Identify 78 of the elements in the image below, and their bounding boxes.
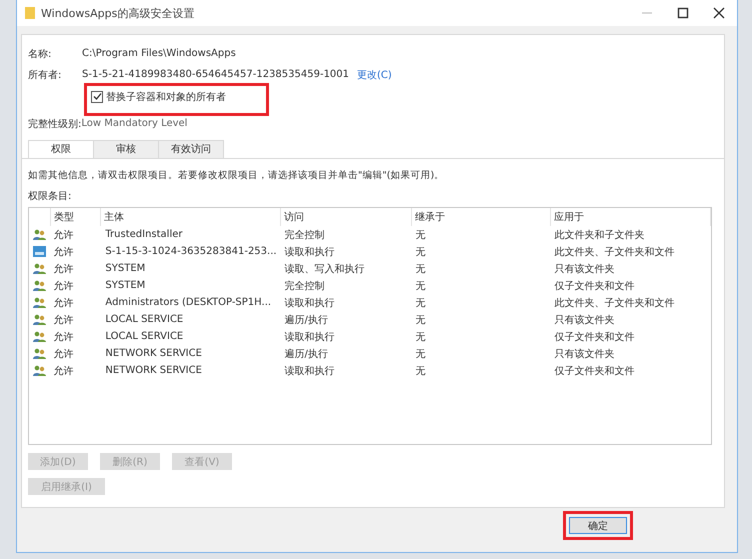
path-value: C:\Program Files\WindowsApps [82,48,236,59]
folder-icon [25,7,35,19]
table-cell-text: 此文件夹和子文件夹 [554,228,646,242]
column-header[interactable]: 应用于 [551,208,711,226]
integrity-label: 完整性级别: [28,118,82,130]
hint-text: 如需其他信息，请双击权限项目。若要修改权限项目，请选择该项目并单击"编辑"(如果可用)。 [28,169,446,182]
table-cell-text: S-1-15-3-1024-3635283841-253... [104,246,278,257]
table-cell-text: 读取和执行 [283,246,336,258]
table-cell-text: 无 [414,228,427,242]
table-cell-text: 遍历/执行 [283,314,329,326]
tab[interactable]: 权限 [28,140,94,158]
table-cell-text: NETWORK SERVICE [104,365,203,376]
table-cell-text: 仅子文件夹和文件 [554,280,636,292]
users-icon [33,263,46,274]
ok-button[interactable]: 确定 [569,517,627,534]
table-cell-text: 读取和执行 [283,364,336,378]
table-cell-text: 允许 [52,330,75,344]
table-cell-text: 无 [414,364,427,378]
change-link[interactable]: 更改(C) [357,68,392,82]
table-cell-text: 允许 [52,348,75,360]
tab[interactable]: 审核 [93,140,159,158]
table-cell-text: 此文件夹、子文件夹和文件 [554,246,676,258]
table-cell-text: NETWORK SERVICE [104,348,203,359]
column-header[interactable]: 继承于 [412,208,551,226]
users-icon [33,297,46,308]
tab[interactable]: 有效访问 [158,140,224,158]
table-cell-text: 无 [414,280,427,292]
table-cell-text: 无 [414,296,427,310]
owner-value: S-1-5-21-4189983480-654645457-1238535459-1001 [82,69,350,80]
table-cell-text: 只有该文件夹 [554,314,616,326]
table-cell-text: 读取和执行 [283,330,336,344]
window-title: WindowsApps的高级安全设置 [41,6,194,20]
table-cell-text: Administrators (DESKTOP-SP1H... [104,297,272,308]
table-cell-text: 允许 [52,314,75,326]
table-cell-text: 只有该文件夹 [554,348,616,360]
replace-owner-checkbox[interactable]: 替换子容器和对象的所有者 [84,82,269,116]
table-cell-text: 允许 [52,228,75,242]
table-cell-text: 读取和执行 [283,296,336,310]
package-icon [33,246,46,257]
table-cell-text: 允许 [52,364,75,378]
table-cell-text: 完全控制 [283,228,326,242]
users-icon [33,314,46,325]
integrity-value: Low Mandatory Level [81,118,188,129]
table-cell-text: 此文件夹、子文件夹和文件 [554,296,676,310]
table-cell-text: 无 [414,262,427,276]
users-icon [33,348,46,359]
users-icon [33,365,46,376]
column-header[interactable]: 访问 [281,208,412,226]
table-cell-text: 遍历/执行 [283,348,329,360]
name-label: 名称: [28,48,52,60]
table-cell-text: 读取、写入和执行 [283,262,366,276]
table-cell-text: 无 [414,348,427,360]
table-cell-text: 无 [414,246,427,258]
table-cell-text: 仅子文件夹和文件 [554,364,636,378]
checkmark-icon [92,92,102,101]
users-icon [33,280,46,291]
table-cell-text: LOCAL SERVICE [104,331,184,342]
table-cell-text: TrustedInstaller [104,229,184,240]
table-cell-text: 无 [414,314,427,326]
table-cell-text: 允许 [52,262,75,276]
table-cell-text: 只有该文件夹 [554,262,616,276]
table-cell-text: 允许 [52,280,75,292]
users-icon [33,331,46,342]
entries-label: 权限条目: [28,190,72,203]
close-icon[interactable] [713,7,725,19]
users-icon [33,229,46,240]
column-header[interactable]: 类型 [51,208,101,226]
maximize-icon[interactable] [677,7,689,19]
table-cell-text: 允许 [52,296,75,310]
table-cell-text: SYSTEM [104,280,146,291]
table-cell-text: LOCAL SERVICE [104,314,184,325]
column-header[interactable]: 主体 [101,208,281,226]
owner-label: 所有者: [28,68,62,82]
table-cell-text: 允许 [52,246,75,258]
table-cell-text: 无 [414,330,427,344]
table-cell-text: 仅子文件夹和文件 [554,330,636,344]
table-cell-text: SYSTEM [104,263,146,274]
table-cell-text: 完全控制 [283,280,326,292]
